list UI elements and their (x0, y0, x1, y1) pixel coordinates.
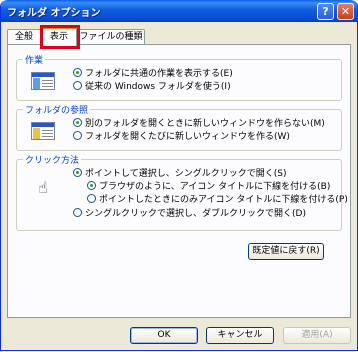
option-label: フォルダに共通の作業を表示する(E) (85, 69, 233, 79)
restore-defaults-button[interactable]: 既定値に戻す(R) (248, 243, 324, 260)
option-label: フォルダを開くたびに新しいウィンドウを作る(W) (85, 132, 290, 142)
radio-icon[interactable] (73, 208, 82, 217)
radio-icon[interactable] (73, 131, 82, 140)
option-label: ブラウザのように、アイコン タイトルに下線を付ける(B) (99, 182, 331, 192)
tab-panel: 作業 フォルダに共通の作業を表示する(E) 従来の Windows フォルダを使… (7, 44, 351, 318)
window-title: フォルダ オプション (7, 8, 101, 19)
underline-always-option[interactable]: ブラウザのように、アイコン タイトルに下線を付ける(B) (87, 181, 330, 193)
click-group: クリック方法 ☝ ポイントして選択し、シングルクリックで開く(S) ブラウザのよ… (16, 153, 348, 231)
browse-folders-icon (31, 122, 55, 140)
tab-general[interactable]: 全般 (7, 29, 41, 45)
tab-file-types[interactable]: ファイルの種類 (77, 29, 145, 45)
option-label: ポイントしたときにのみアイコン タイトルに下線を付ける(P) (99, 195, 348, 205)
double-click-option[interactable]: シングルクリックで選択し、ダブルクリックで開く(D) (73, 208, 306, 220)
radio-icon[interactable] (87, 194, 96, 203)
title-bar[interactable]: フォルダ オプション ? ✕ (1, 0, 357, 22)
browse-group: フォルダの参照 別のフォルダを開くときに新しいウィンドウを作らない(M) フォル… (16, 103, 342, 151)
apply-button[interactable]: 適用(A) (283, 327, 351, 344)
ok-button[interactable]: OK (130, 327, 198, 344)
radio-selected-icon[interactable] (73, 118, 82, 127)
radio-selected-icon[interactable] (73, 168, 82, 177)
cancel-button[interactable]: キャンセル (206, 327, 274, 344)
option-label: 従来の Windows フォルダを使う(I) (85, 82, 231, 92)
radio-selected-icon[interactable] (73, 68, 82, 77)
tasks-icon (31, 72, 55, 90)
single-click-option[interactable]: ポイントして選択し、シングルクリックで開く(S) (73, 168, 286, 180)
hand-pointer-icon: ☝ (38, 178, 48, 197)
browse-group-label: フォルダの参照 (23, 103, 91, 116)
option-label: シングルクリックで選択し、ダブルクリックで開く(D) (85, 209, 306, 219)
tasks-group: 作業 フォルダに共通の作業を表示する(E) 従来の Windows フォルダを使… (16, 53, 342, 101)
highlight-box (40, 25, 80, 49)
option-label: ポイントして選択し、シングルクリックで開く(S) (85, 169, 287, 179)
tasks-group-label: 作業 (23, 53, 46, 66)
classic-folders-option[interactable]: 従来の Windows フォルダを使う(I) (73, 81, 231, 93)
radio-selected-icon[interactable] (87, 181, 96, 190)
option-label: 別のフォルダを開くときに新しいウィンドウを作らない(M) (85, 119, 325, 129)
radio-icon[interactable] (73, 81, 82, 90)
same-window-option[interactable]: 別のフォルダを開くときに新しいウィンドウを作らない(M) (73, 118, 325, 130)
new-window-option[interactable]: フォルダを開くたびに新しいウィンドウを作る(W) (73, 131, 290, 143)
help-button[interactable]: ? (317, 3, 334, 20)
folder-options-dialog: フォルダ オプション ? ✕ 全般 表示 ファイルの種類 作業 フォルダに共通の… (0, 0, 358, 351)
close-button[interactable]: ✕ (337, 3, 354, 20)
underline-on-point-option[interactable]: ポイントしたときにのみアイコン タイトルに下線を付ける(P) (87, 194, 348, 206)
show-common-tasks-option[interactable]: フォルダに共通の作業を表示する(E) (73, 68, 233, 80)
click-group-label: クリック方法 (23, 153, 82, 166)
